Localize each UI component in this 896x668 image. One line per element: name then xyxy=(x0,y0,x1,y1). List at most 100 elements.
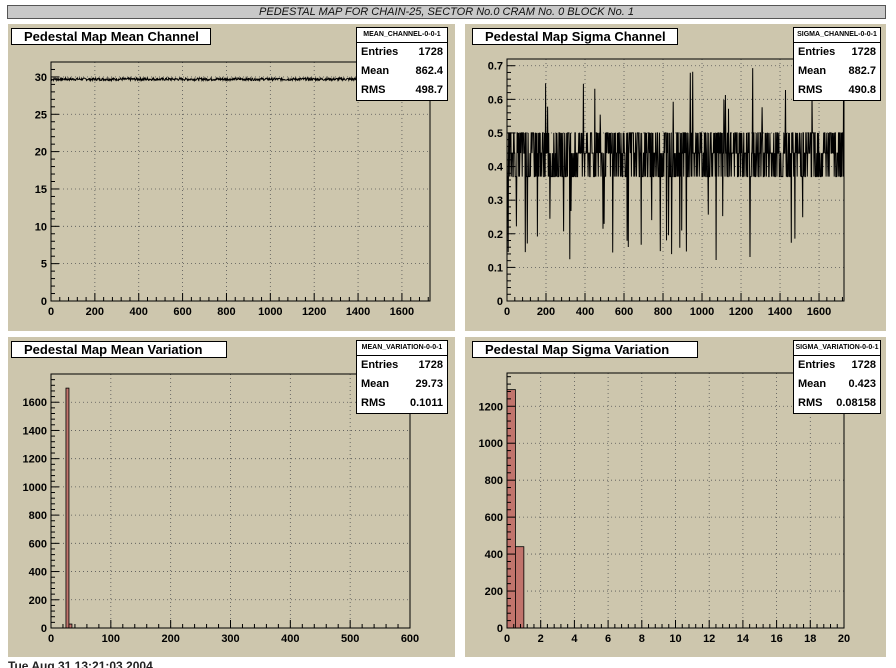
y-tick-label: 600 xyxy=(485,512,503,524)
stats-hist-name: SIGMA_VARIATION-0-0-1 xyxy=(794,341,880,356)
stats-mean-value: 0.423 xyxy=(848,378,876,390)
stats-mean-value: 29.73 xyxy=(415,378,443,390)
stats-entries-value: 1728 xyxy=(418,46,443,58)
x-tick-label: 200 xyxy=(86,306,104,318)
stats-rms-label: RMS xyxy=(798,84,823,96)
x-tick-label: 0 xyxy=(48,633,54,645)
y-tick-label: 25 xyxy=(35,109,47,121)
histogram-bar xyxy=(515,546,525,629)
y-tick-label: 0.1 xyxy=(488,262,503,274)
y-tick-label: 400 xyxy=(485,549,503,561)
x-tick-label: 0 xyxy=(504,306,510,318)
y-tick-label: 20 xyxy=(35,147,47,159)
pad-sigma-variation: 0 2 4 6 8 10 12 14 16 18 20 0 200 400 600 800 1000 1200 P… xyxy=(465,337,886,657)
x-tick-label: 400 xyxy=(281,633,299,645)
x-tick-label: 6 xyxy=(605,633,611,645)
y-tick-label: 0.2 xyxy=(488,229,503,241)
y-tick-label: 200 xyxy=(485,586,503,598)
stats-entries-label: Entries xyxy=(798,359,836,371)
x-tick-label: 1000 xyxy=(258,306,282,318)
pad-sigma-channel: 0 200 400 600 800 1000 1200 1400 1600 0 0.1 0.2 0.3 0… xyxy=(465,24,886,331)
y-tick-label: 0.5 xyxy=(488,128,503,140)
y-tick-label: 0.6 xyxy=(488,94,503,106)
x-tick-label: 200 xyxy=(537,306,555,318)
stats-entries-label: Entries xyxy=(361,46,399,58)
x-tick-label: 2 xyxy=(538,633,544,645)
panel-title: Pedestal Map Sigma Channel xyxy=(472,28,678,45)
x-tick-label: 500 xyxy=(341,633,359,645)
y-tick-label: 1600 xyxy=(23,397,47,409)
y-tick-label: 0 xyxy=(41,623,47,635)
histogram-bar xyxy=(65,387,70,629)
y-tick-label: 1200 xyxy=(479,401,503,413)
x-tick-label: 1400 xyxy=(768,306,792,318)
x-tick-label: 1600 xyxy=(807,306,831,318)
stats-rms-label: RMS xyxy=(361,397,386,409)
x-tick-label: 800 xyxy=(217,306,235,318)
x-tick-label: 16 xyxy=(770,633,782,645)
stats-mean-label: Mean xyxy=(361,65,390,77)
y-tick-label: 0 xyxy=(497,623,503,635)
x-tick-label: 1600 xyxy=(390,306,414,318)
stats-mean-value: 882.7 xyxy=(848,65,876,77)
y-tick-label: 0 xyxy=(497,296,503,308)
y-tick-label: 30 xyxy=(35,72,47,84)
stats-entries-value: 1728 xyxy=(851,359,876,371)
pad-mean-channel: 0 200 400 600 800 1000 1200 1400 1600 0 5 10 15 20 25 3… xyxy=(8,24,455,331)
x-tick-label: 20 xyxy=(838,633,850,645)
stats-mean-label: Mean xyxy=(361,378,390,390)
y-tick-label: 1200 xyxy=(23,454,47,466)
stats-rms-value: 490.8 xyxy=(848,84,876,96)
y-tick-label: 1000 xyxy=(479,438,503,450)
histogram-bar xyxy=(68,623,73,629)
y-tick-label: 0 xyxy=(41,296,47,308)
stats-hist-name: SIGMA_CHANNEL-0-0-1 xyxy=(794,28,880,43)
stats-mean-label: Mean xyxy=(798,65,827,77)
x-tick-label: 400 xyxy=(130,306,148,318)
x-tick-label: 200 xyxy=(161,633,179,645)
y-tick-label: 800 xyxy=(485,475,503,487)
y-tick-label: 600 xyxy=(29,538,47,550)
y-tick-label: 1400 xyxy=(23,425,47,437)
y-tick-label: 800 xyxy=(29,510,47,522)
x-tick-label: 600 xyxy=(401,633,419,645)
x-tick-label: 0 xyxy=(48,306,54,318)
stats-box: SIGMA_CHANNEL-0-0-1 Entries 1728 Mean 882.… xyxy=(793,27,881,101)
x-tick-label: 1400 xyxy=(346,306,370,318)
x-tick-label: 1000 xyxy=(690,306,714,318)
x-tick-label: 14 xyxy=(737,633,750,645)
stats-rms-value: 498.7 xyxy=(415,84,443,96)
stats-entries-label: Entries xyxy=(361,359,399,371)
timestamp-footer: Tue Aug 31 13:21:03 2004 xyxy=(8,659,153,668)
x-tick-label: 600 xyxy=(173,306,191,318)
x-tick-label: 1200 xyxy=(729,306,753,318)
stats-entries-value: 1728 xyxy=(851,46,876,58)
histogram-bar xyxy=(506,389,516,629)
x-tick-label: 10 xyxy=(669,633,681,645)
stats-rms-label: RMS xyxy=(798,397,823,409)
stats-box: SIGMA_VARIATION-0-0-1 Entries 1728 Mean 0.… xyxy=(793,340,881,414)
y-tick-label: 10 xyxy=(35,221,47,233)
page-banner: PEDESTAL MAP FOR CHAIN-25, SECTOR No.0 C… xyxy=(7,5,886,19)
y-tick-label: 5 xyxy=(41,259,47,271)
x-tick-label: 18 xyxy=(804,633,816,645)
stats-box: MEAN_VARIATION-0-0-1 Entries 1728 Mean 29.… xyxy=(356,340,448,414)
x-tick-label: 12 xyxy=(703,633,715,645)
stats-box: MEAN_CHANNEL-0-0-1 Entries 1728 Mean 862.4… xyxy=(356,27,448,101)
x-tick-label: 4 xyxy=(571,633,578,645)
stats-entries-value: 1728 xyxy=(418,359,443,371)
x-tick-label: 8 xyxy=(639,633,645,645)
x-tick-label: 400 xyxy=(576,306,594,318)
x-tick-label: 300 xyxy=(221,633,239,645)
x-tick-label: 0 xyxy=(504,633,510,645)
stats-rms-value: 0.08158 xyxy=(836,397,876,409)
y-tick-label: 0.4 xyxy=(488,162,504,174)
x-tick-label: 100 xyxy=(102,633,120,645)
stats-entries-label: Entries xyxy=(798,46,836,58)
panel-title: Pedestal Map Sigma Variation xyxy=(472,341,698,358)
y-tick-label: 0.3 xyxy=(488,195,503,207)
y-tick-label: 15 xyxy=(35,184,47,196)
stats-hist-name: MEAN_VARIATION-0-0-1 xyxy=(357,341,447,356)
stats-mean-value: 862.4 xyxy=(415,65,443,77)
x-tick-label: 600 xyxy=(615,306,633,318)
